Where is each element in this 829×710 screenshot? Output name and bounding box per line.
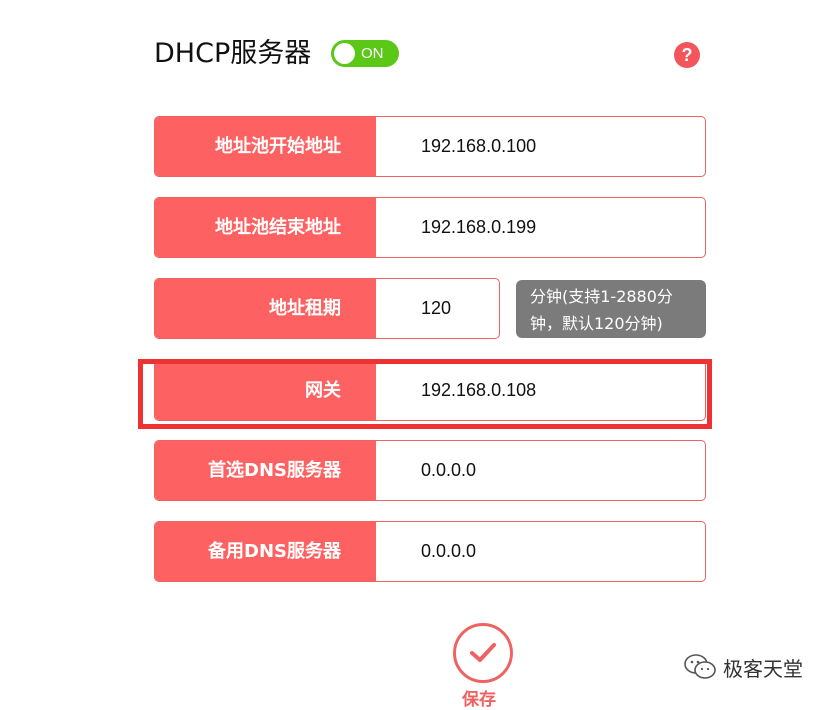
toggle-knob [334, 43, 355, 64]
checkmark-icon [470, 643, 496, 662]
secondary-dns-label: 备用DNS服务器 [155, 522, 376, 581]
primary-dns-label: 首选DNS服务器 [155, 441, 376, 500]
save-button[interactable] [453, 623, 513, 683]
watermark: 极客天堂 [683, 652, 803, 682]
pool-start-field: 地址池开始地址 192.168.0.100 [154, 116, 706, 177]
lease-time-field: 地址租期 120 [154, 278, 500, 339]
gateway-highlight-box [138, 359, 712, 429]
wechat-icon [684, 654, 716, 679]
secondary-dns-field: 备用DNS服务器 0.0.0.0 [154, 521, 706, 582]
lease-time-label: 地址租期 [155, 279, 376, 338]
lease-time-input[interactable]: 120 [421, 279, 451, 338]
primary-dns-field: 首选DNS服务器 0.0.0.0 [154, 440, 706, 501]
page-title: DHCP服务器 [154, 38, 312, 69]
pool-end-field: 地址池结束地址 192.168.0.199 [154, 197, 706, 258]
pool-start-input[interactable]: 192.168.0.100 [421, 117, 536, 176]
pool-start-label: 地址池开始地址 [155, 117, 376, 176]
toggle-label: ON [361, 45, 384, 62]
lease-hint-line-2: 钟，默认120分钟) [530, 314, 663, 333]
help-icon[interactable]: ? [674, 42, 700, 68]
pool-end-label: 地址池结束地址 [155, 198, 376, 257]
primary-dns-input[interactable]: 0.0.0.0 [421, 441, 476, 500]
secondary-dns-input[interactable]: 0.0.0.0 [421, 522, 476, 581]
save-label: 保存 [462, 690, 496, 710]
watermark-text: 极客天堂 [723, 656, 803, 681]
pool-end-input[interactable]: 192.168.0.199 [421, 198, 536, 257]
lease-time-hint: 分钟(支持1-2880分 钟，默认120分钟) [516, 280, 706, 338]
dhcp-toggle[interactable]: ON [331, 40, 399, 67]
lease-hint-line-1: 分钟(支持1-2880分 [530, 287, 673, 306]
